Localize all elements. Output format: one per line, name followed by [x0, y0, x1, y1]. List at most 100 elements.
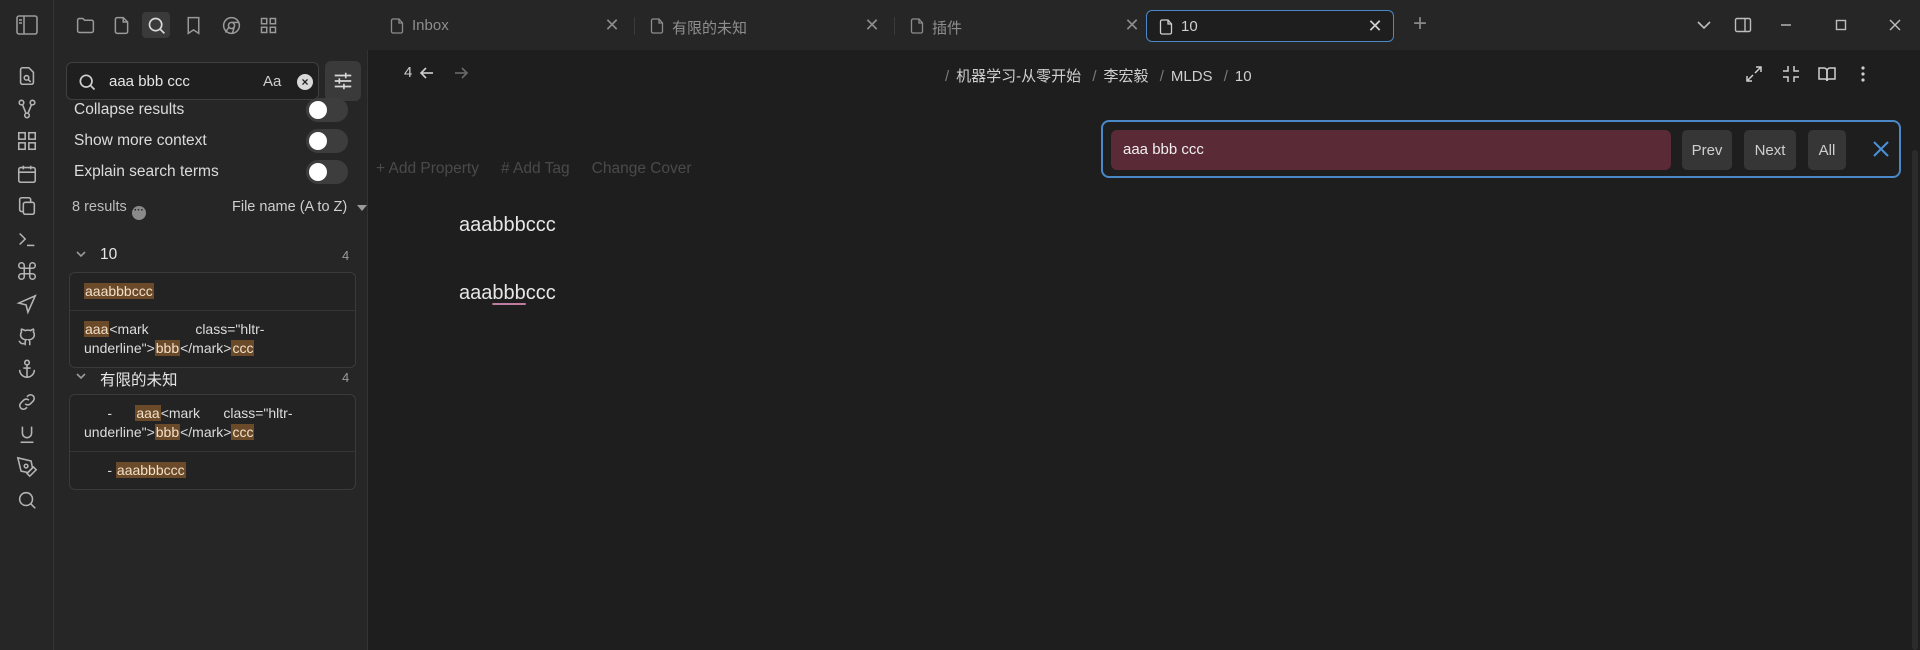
command-icon[interactable] [13, 257, 41, 285]
minimize-icon[interactable] [1774, 13, 1798, 37]
pen-icon[interactable] [13, 453, 41, 481]
tab-list-icon[interactable] [1692, 13, 1716, 37]
find-prev-button[interactable]: Prev [1682, 130, 1732, 170]
copy-icon[interactable] [13, 192, 41, 220]
tab-unknown[interactable]: 有限的未知 ✕ [638, 10, 890, 42]
scrollbar[interactable] [1912, 150, 1918, 650]
more-options-icon[interactable] [1851, 62, 1875, 86]
collapse-icon[interactable] [1779, 62, 1803, 86]
chevron-down-icon[interactable] [74, 247, 88, 261]
collapse-results-label: Collapse results [74, 101, 185, 118]
right-sidebar-icon[interactable] [1731, 13, 1755, 37]
breadcrumb-item[interactable]: MLDS [1171, 68, 1213, 85]
match-highlight: aaa [135, 405, 161, 421]
anchor-icon[interactable] [13, 355, 41, 383]
file-icon[interactable] [107, 12, 135, 38]
add-property-button[interactable]: + Add Property [376, 160, 479, 177]
new-tab-button[interactable]: + [1408, 12, 1432, 37]
close-icon[interactable]: ✕ [1124, 16, 1140, 34]
bookmark-icon[interactable] [179, 12, 207, 38]
explain-search-terms-row: Explain search terms [74, 160, 354, 184]
calendar-icon[interactable] [13, 160, 41, 188]
content-line[interactable]: aaabbbccc [459, 214, 556, 237]
find-all-button[interactable]: All [1808, 130, 1846, 170]
graph-icon[interactable] [13, 95, 41, 123]
explain-search-terms-toggle[interactable] [306, 160, 348, 184]
find-query[interactable]: aaa bbb ccc [1123, 141, 1204, 158]
match-case-button[interactable]: Aa [263, 73, 281, 90]
close-icon[interactable] [1869, 137, 1893, 161]
add-tag-button[interactable]: # Add Tag [501, 160, 570, 177]
search-tab-icon[interactable] [142, 12, 170, 38]
search-query[interactable]: aaa bbb ccc [109, 73, 190, 90]
dashboard-icon[interactable] [13, 127, 41, 155]
change-cover-button[interactable]: Change Cover [592, 160, 692, 177]
tab-inbox[interactable]: Inbox ✕ [378, 10, 630, 42]
maximize-icon[interactable] [1829, 13, 1853, 37]
send-icon[interactable] [13, 290, 41, 318]
search-icon [79, 74, 96, 91]
forward-arrow-icon[interactable] [452, 64, 470, 82]
match-text: </mark> [180, 424, 232, 440]
show-more-context-toggle[interactable] [306, 129, 348, 153]
breadcrumb-item[interactable]: 10 [1235, 68, 1252, 85]
result-card: aaabbbccc aaa<mark class="hltr-underline… [69, 272, 356, 368]
chevron-down-icon[interactable] [357, 205, 367, 211]
results-meta: 8 results ··· File name (A to Z) [72, 199, 367, 220]
close-icon[interactable]: ✕ [604, 16, 620, 34]
search-settings-button[interactable] [325, 61, 361, 101]
more-icon[interactable]: ··· [131, 206, 146, 220]
window-close-icon[interactable] [1883, 13, 1907, 37]
match-highlight: bbb [154, 424, 181, 440]
search-match[interactable]: aaa<mark class="hltr-underline">bbb</mar… [70, 311, 355, 367]
search-match[interactable]: aaabbbccc [70, 273, 355, 311]
close-icon[interactable]: ✕ [1367, 17, 1383, 35]
tab-bar: Inbox ✕ 有限的未知 ✕ 插件 ✕ 10 ✕ + [368, 0, 1920, 50]
underline-icon[interactable] [13, 420, 41, 448]
underlined-text: bbb [492, 282, 526, 304]
breadcrumb-item[interactable]: 机器学习-从零开始 [956, 68, 1081, 85]
search-match[interactable]: - aaa<mark class="hltr-underline">bbb</m… [70, 395, 355, 452]
reading-view-icon[interactable] [1815, 62, 1839, 86]
tab-divider [894, 17, 895, 35]
find-next-button[interactable]: Next [1744, 130, 1796, 170]
chevron-down-icon[interactable] [74, 369, 88, 383]
result-group-header[interactable]: 10 4 [74, 244, 364, 266]
search-input[interactable]: aaa bbb ccc Aa × [66, 62, 319, 100]
terminal-icon[interactable] [13, 225, 41, 253]
grid-icon[interactable] [254, 12, 282, 38]
github-icon[interactable] [13, 323, 41, 351]
chrome-icon[interactable] [217, 12, 245, 38]
tab-10[interactable]: 10 ✕ [1146, 10, 1394, 42]
history-count: 4 [404, 64, 413, 81]
file-icon [1159, 19, 1173, 35]
tab-label: 有限的未知 [672, 20, 748, 37]
search-match[interactable]: - aaabbbccc [70, 452, 355, 489]
back-arrow-icon[interactable] [418, 64, 436, 82]
sort-select[interactable]: File name (A to Z) [232, 199, 347, 215]
collapse-results-toggle[interactable] [306, 98, 348, 122]
file-icon [390, 18, 404, 34]
sidebar-toggle-icon[interactable] [15, 14, 39, 36]
clear-search-icon[interactable]: × [297, 74, 313, 90]
result-group-title[interactable]: 有限的未知 [100, 368, 178, 390]
link-icon[interactable] [13, 388, 41, 416]
close-icon[interactable]: ✕ [864, 16, 880, 34]
explain-search-terms-label: Explain search terms [74, 163, 219, 180]
file-search-icon[interactable] [13, 62, 41, 90]
tab-label: Inbox [412, 17, 449, 34]
breadcrumb: / 机器学习-从零开始 / 李宏毅 / MLDS / 10 [938, 65, 1252, 86]
search-icon[interactable] [13, 486, 41, 514]
find-input[interactable]: aaa bbb ccc [1111, 130, 1671, 170]
tab-plugins[interactable]: 插件 ✕ [898, 10, 1150, 42]
match-highlight: aaabbbccc [84, 283, 154, 299]
result-group-title[interactable]: 10 [100, 246, 117, 264]
expand-icon[interactable] [1742, 62, 1766, 86]
breadcrumb-item[interactable]: 李宏毅 [1104, 68, 1149, 85]
folder-icon[interactable] [71, 12, 99, 38]
content-line[interactable]: aaabbbccc [459, 282, 556, 305]
result-group-count: 4 [342, 248, 350, 263]
result-group-header[interactable]: 有限的未知 4 [74, 366, 364, 390]
match-text: </mark> [180, 340, 232, 356]
search-sidebar: aaa bbb ccc Aa × Collapse results Show m… [54, 50, 368, 650]
